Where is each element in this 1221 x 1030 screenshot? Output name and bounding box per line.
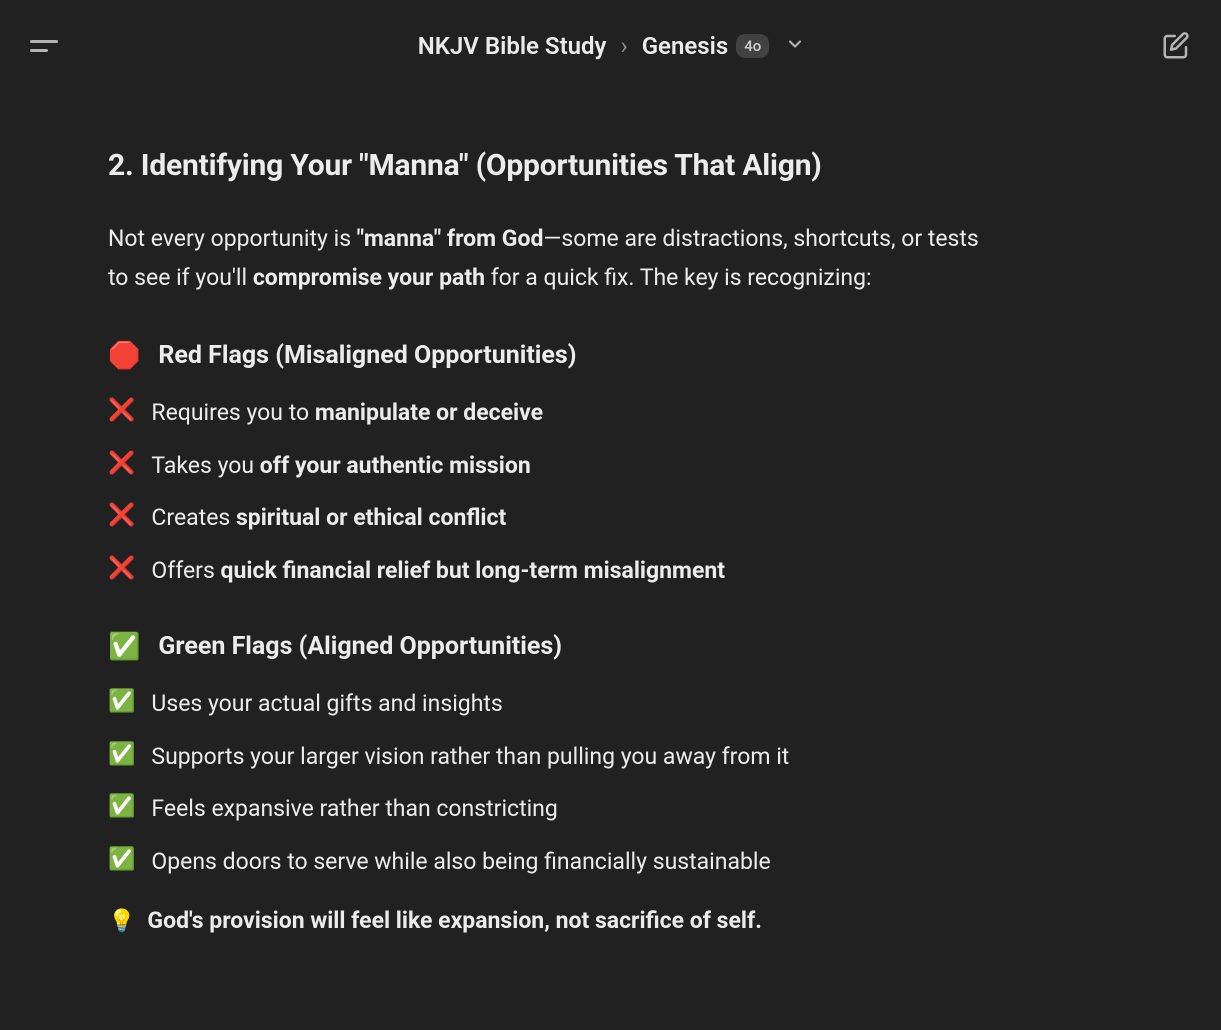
cross-mark-icon: ❌ bbox=[108, 501, 135, 532]
list-item: ✅ Supports your larger vision rather tha… bbox=[108, 740, 992, 775]
list-item: ✅ Opens doors to serve while also being … bbox=[108, 845, 992, 880]
check-mark-icon: ✅ bbox=[108, 845, 135, 876]
compose-icon[interactable] bbox=[1161, 31, 1191, 61]
green-flags-title: Green Flags (Aligned Opportunities) bbox=[158, 632, 562, 661]
list-item: ❌ Takes you off your authentic mission bbox=[108, 449, 992, 484]
lightbulb-icon: 💡 bbox=[108, 907, 135, 938]
check-mark-icon: ✅ bbox=[108, 634, 140, 660]
green-flags-heading: ✅ Green Flags (Aligned Opportunities) bbox=[108, 632, 992, 661]
chevron-down-icon[interactable] bbox=[785, 32, 805, 60]
list-item: ❌ Offers quick financial relief but long… bbox=[108, 554, 992, 589]
list-item: ❌ Creates spiritual or ethical conflict bbox=[108, 501, 992, 536]
callout-text: God's provision will feel like expansion… bbox=[147, 907, 761, 934]
check-mark-icon: ✅ bbox=[108, 687, 135, 718]
cross-mark-icon: ❌ bbox=[108, 396, 135, 427]
content: 2. Identifying Your "Manna" (Opportuniti… bbox=[0, 92, 1100, 958]
cross-mark-icon: ❌ bbox=[108, 554, 135, 585]
stop-sign-icon: 🛑 bbox=[108, 343, 140, 369]
breadcrumb[interactable]: NKJV Bible Study › Genesis 4o bbox=[418, 32, 806, 60]
menu-icon[interactable] bbox=[30, 30, 62, 62]
breadcrumb-separator: › bbox=[620, 32, 627, 60]
intro-paragraph: Not every opportunity is "manna" from Go… bbox=[108, 219, 992, 297]
list-item: ✅ Feels expansive rather than constricti… bbox=[108, 792, 992, 827]
callout: 💡 God's provision will feel like expansi… bbox=[108, 907, 992, 938]
list-item: ❌ Requires you to manipulate or deceive bbox=[108, 396, 992, 431]
header: NKJV Bible Study › Genesis 4o bbox=[0, 0, 1221, 92]
model-badge[interactable]: 4o bbox=[736, 34, 769, 58]
list-item: ✅ Uses your actual gifts and insights bbox=[108, 687, 992, 722]
check-mark-icon: ✅ bbox=[108, 740, 135, 771]
breadcrumb-parent[interactable]: NKJV Bible Study bbox=[418, 32, 607, 60]
cross-mark-icon: ❌ bbox=[108, 449, 135, 480]
red-flags-title: Red Flags (Misaligned Opportunities) bbox=[158, 341, 576, 370]
section-heading: 2. Identifying Your "Manna" (Opportuniti… bbox=[108, 148, 992, 183]
red-flags-heading: 🛑 Red Flags (Misaligned Opportunities) bbox=[108, 341, 992, 370]
check-mark-icon: ✅ bbox=[108, 792, 135, 823]
green-flags-list: ✅ Uses your actual gifts and insights ✅ … bbox=[108, 687, 992, 879]
red-flags-list: ❌ Requires you to manipulate or deceive … bbox=[108, 396, 992, 588]
breadcrumb-child[interactable]: Genesis bbox=[642, 32, 729, 60]
